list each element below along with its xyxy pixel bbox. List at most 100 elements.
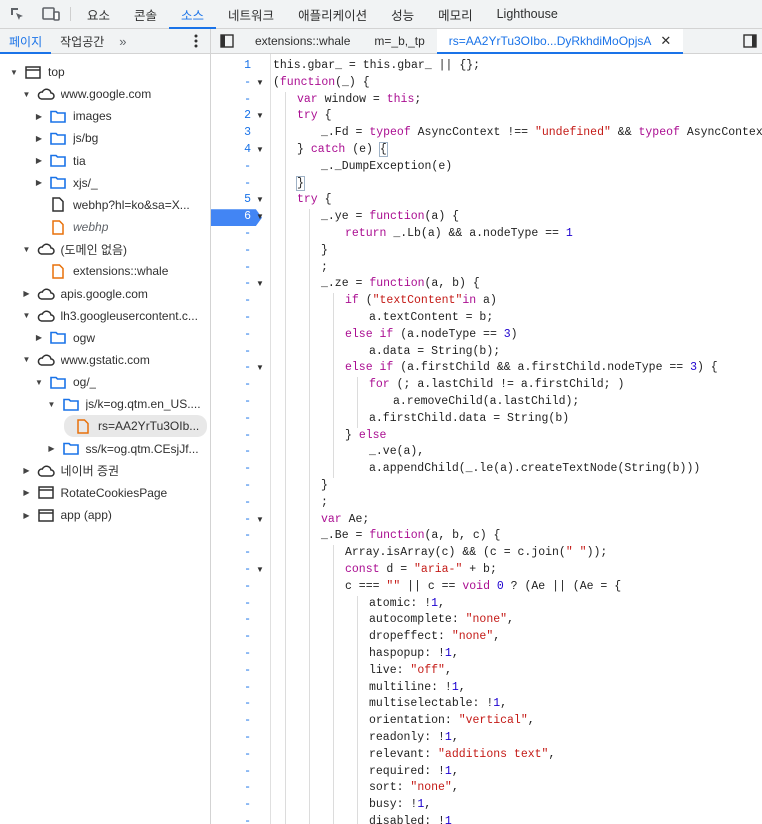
- gutter-line[interactable]: -: [211, 545, 271, 562]
- gutter-line[interactable]: -: [211, 377, 271, 394]
- gutter-line[interactable]: -: [211, 327, 271, 344]
- tree-item[interactable]: ▶ xjs/_: [0, 172, 210, 194]
- code-line[interactable]: else if (a.nodeType == 3): [345, 327, 518, 344]
- toggle-debugger-icon[interactable]: [738, 29, 762, 53]
- code-line[interactable]: dropeffect: "none",: [369, 629, 500, 646]
- gutter-line[interactable]: -: [211, 646, 271, 663]
- tree-item[interactable]: ▶ ss/k=og.qtm.CEsjJf...: [0, 438, 210, 460]
- gutter-line[interactable]: -: [211, 528, 271, 545]
- gutter-line[interactable]: -: [211, 596, 271, 613]
- tree-item[interactable]: ▼ www.google.com: [0, 83, 210, 105]
- tab-panel-6[interactable]: 메모리: [426, 0, 485, 28]
- tree-item[interactable]: ▶ RotateCookiesPage: [0, 482, 210, 504]
- gutter-line[interactable]: 1: [211, 58, 271, 75]
- gutter-line[interactable]: -: [211, 411, 271, 428]
- code-line[interactable]: _.Be = function(a, b, c) {: [321, 528, 500, 545]
- collapsed-arrow-icon[interactable]: ▶: [21, 288, 33, 300]
- code-line[interactable]: }: [321, 243, 328, 260]
- code-line[interactable]: return _.Lb(a) && a.nodeType == 1: [345, 226, 573, 243]
- code-line[interactable]: live: "off",: [369, 663, 452, 680]
- expanded-arrow-icon[interactable]: ▼: [46, 398, 58, 410]
- gutter-line[interactable]: -: [211, 612, 271, 629]
- code-line[interactable]: try {: [297, 192, 332, 209]
- code-line[interactable]: a.appendChild(_.le(a).createTextNode(Str…: [369, 461, 700, 478]
- breakpoint-line[interactable]: 6 ▼: [211, 209, 271, 226]
- close-tab-icon[interactable]: ✕: [660, 33, 671, 49]
- gutter-line[interactable]: -: [211, 579, 271, 596]
- gutter-line[interactable]: -: [211, 176, 271, 193]
- tree-item[interactable]: ▼ lh3.googleusercontent.c...: [0, 305, 210, 327]
- code-line[interactable]: relevant: "additions text",: [369, 747, 555, 764]
- code-line[interactable]: ;: [321, 260, 328, 277]
- gutter-line[interactable]: -: [211, 814, 271, 824]
- gutter-line[interactable]: -: [211, 394, 271, 411]
- expanded-arrow-icon[interactable]: ▼: [33, 376, 45, 388]
- more-tabs-icon[interactable]: »: [113, 29, 132, 53]
- code-line[interactable]: var window = this;: [297, 92, 421, 109]
- navigator-tab-0[interactable]: 페이지: [0, 29, 52, 54]
- gutter-line[interactable]: -: [211, 680, 271, 697]
- code-line[interactable]: autocomplete: "none",: [369, 612, 514, 629]
- tree-item[interactable]: ▼ js/k=og.qtm.en_US....: [0, 393, 210, 415]
- tree-item[interactable]: webhp: [0, 216, 210, 238]
- code-line[interactable]: multiselectable: !1,: [369, 696, 507, 713]
- gutter-line[interactable]: - ▼: [211, 276, 271, 293]
- collapsed-arrow-icon[interactable]: ▶: [33, 132, 45, 144]
- tree-item[interactable]: ▼ top: [0, 61, 210, 83]
- code-line[interactable]: multiline: !1,: [369, 680, 466, 697]
- code-line[interactable]: }: [296, 175, 305, 193]
- fold-arrow-icon[interactable]: ▼: [254, 209, 266, 226]
- fold-arrow-icon[interactable]: ▼: [254, 142, 266, 159]
- code-line[interactable]: const d = "aria-" + b;: [345, 562, 497, 579]
- gutter-line[interactable]: - ▼: [211, 562, 271, 579]
- code-line[interactable]: var Ae;: [321, 512, 369, 529]
- code-line[interactable]: _.ze = function(a, b) {: [321, 276, 480, 293]
- gutter-line[interactable]: -: [211, 243, 271, 260]
- gutter-line[interactable]: 4 ▼: [211, 142, 271, 159]
- code-line[interactable]: haspopup: !1,: [369, 646, 459, 663]
- tree-item[interactable]: ▶ tia: [0, 150, 210, 172]
- code-line[interactable]: required: !1,: [369, 764, 459, 781]
- code-line[interactable]: this.gbar_ = this.gbar_ || {};: [273, 58, 480, 75]
- tree-item[interactable]: ▼ (도메인 없음): [0, 238, 210, 260]
- tree-item[interactable]: webhp?hl=ko&sa=X...: [0, 194, 210, 216]
- tab-panel-2[interactable]: 소스: [169, 0, 217, 29]
- file-tab[interactable]: m=_b,_tp: [362, 29, 436, 53]
- gutter-line[interactable]: -: [211, 344, 271, 361]
- code-line[interactable]: atomic: !1,: [369, 596, 445, 613]
- code-line[interactable]: orientation: "vertical",: [369, 713, 535, 730]
- gutter-line[interactable]: -: [211, 478, 271, 495]
- code-line[interactable]: (function(_) {: [273, 75, 370, 92]
- inspect-element-icon[interactable]: [0, 0, 34, 28]
- gutter-line[interactable]: -: [211, 92, 271, 109]
- expanded-arrow-icon[interactable]: ▼: [21, 88, 33, 100]
- code-line[interactable]: a.firstChild.data = String(b): [369, 411, 569, 428]
- fold-arrow-icon[interactable]: ▼: [254, 192, 266, 209]
- tree-item[interactable]: ▼ og/_: [0, 371, 210, 393]
- expanded-arrow-icon[interactable]: ▼: [21, 310, 33, 322]
- code-editor[interactable]: 1- ▼ -2 ▼ 3 4 ▼ - -5 ▼ 6 ▼ - - - - ▼ - - - - - ▼ - - - - - - - - - ▼ - - - ▼…: [211, 54, 762, 824]
- tree-item[interactable]: ▶ app (app): [0, 504, 210, 526]
- gutter-line[interactable]: - ▼: [211, 512, 271, 529]
- tree-item[interactable]: rs=AA2YrTu3OIb...: [0, 415, 210, 438]
- tab-panel-4[interactable]: 애플리케이션: [286, 0, 379, 28]
- collapsed-arrow-icon[interactable]: ▶: [46, 443, 58, 455]
- fold-arrow-icon[interactable]: ▼: [254, 360, 266, 377]
- gutter-line[interactable]: -: [211, 444, 271, 461]
- code-content[interactable]: this.gbar_ = this.gbar_ || {}; (function(…: [273, 54, 762, 824]
- code-line[interactable]: } else: [345, 428, 386, 445]
- tree-item[interactable]: ▼ www.gstatic.com: [0, 349, 210, 371]
- gutter-line[interactable]: 3: [211, 125, 271, 142]
- gutter-line[interactable]: -: [211, 226, 271, 243]
- code-line[interactable]: disabled: !1: [369, 814, 452, 824]
- code-line[interactable]: Array.isArray(c) && (c = c.join(" "));: [345, 545, 607, 562]
- collapsed-arrow-icon[interactable]: ▶: [33, 110, 45, 122]
- gutter-line[interactable]: -: [211, 159, 271, 176]
- gutter-line[interactable]: -: [211, 696, 271, 713]
- gutter-line[interactable]: -: [211, 780, 271, 797]
- collapsed-arrow-icon[interactable]: ▶: [21, 465, 33, 477]
- navigator-tab-1[interactable]: 작업공간: [51, 29, 113, 53]
- code-line[interactable]: _.Fd = typeof AsyncContext !== "undefine…: [321, 125, 762, 142]
- code-line[interactable]: try {: [297, 108, 332, 125]
- tab-panel-0[interactable]: 요소: [75, 0, 122, 28]
